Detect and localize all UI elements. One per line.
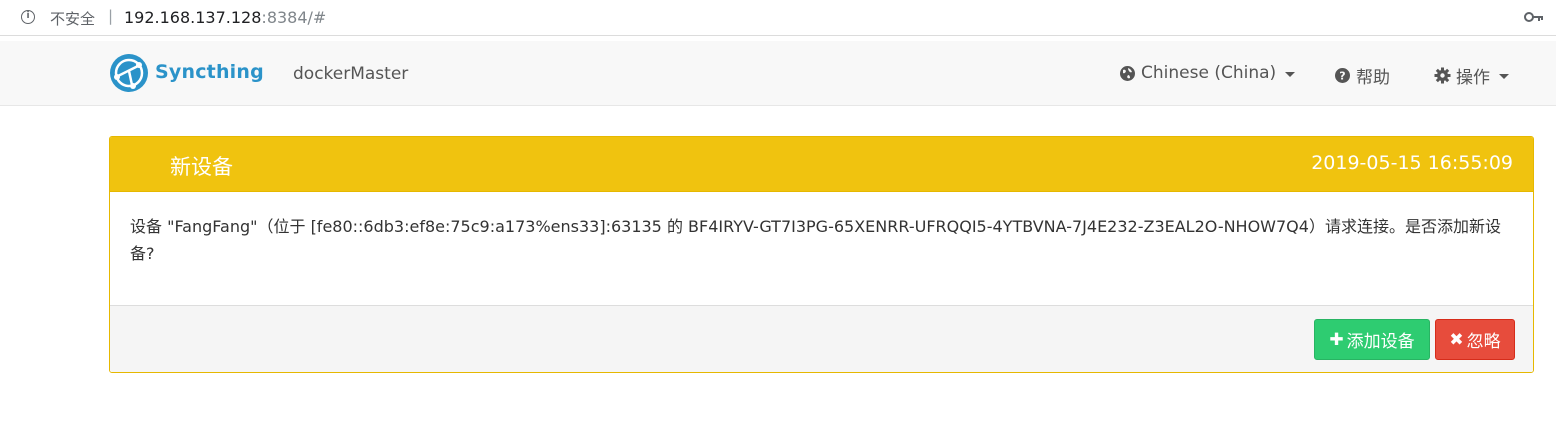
help-menu[interactable]: ? 帮助 xyxy=(1334,63,1390,88)
panel-footer: ✚ 添加设备 ✖ 忽略 xyxy=(110,305,1533,372)
address-separator: | xyxy=(108,7,114,25)
gear-icon xyxy=(1434,67,1451,84)
url-port: :8384/# xyxy=(261,8,327,27)
panel-timestamp: 2019-05-15 16:55:09 xyxy=(1311,152,1513,174)
panel-message: 设备 "FangFang"（位于 [fe80::6db3:ef8e:75c9:a… xyxy=(130,217,1501,263)
ignore-label: 忽略 xyxy=(1466,332,1501,352)
url-host: 192.168.137.128 xyxy=(124,8,262,27)
chevron-down-icon xyxy=(1499,74,1509,79)
new-device-panel: 新设备 2019-05-15 16:55:09 设备 "FangFang"（位于… xyxy=(109,136,1534,373)
device-name: dockerMaster xyxy=(293,64,409,84)
svg-text:?: ? xyxy=(1339,70,1345,83)
globe-icon xyxy=(1120,65,1135,81)
key-icon[interactable] xyxy=(1524,9,1544,25)
info-icon[interactable]: i xyxy=(21,10,35,24)
app-navbar: Syncthing dockerMaster Chinese (China) ?… xyxy=(0,41,1556,106)
url-field[interactable]: 192.168.137.128:8384/# xyxy=(124,8,326,27)
panel-title: 新设备 xyxy=(170,155,233,179)
question-circle-icon: ? xyxy=(1335,68,1350,83)
language-label: Chinese (China) xyxy=(1141,63,1277,83)
security-label[interactable]: 不安全 xyxy=(50,8,95,29)
language-dropdown[interactable]: Chinese (China) xyxy=(1119,63,1296,83)
brand-name[interactable]: Syncthing xyxy=(155,61,264,83)
chevron-down-icon xyxy=(1285,71,1296,77)
ignore-button[interactable]: ✖ 忽略 xyxy=(1435,319,1515,360)
add-device-label: 添加设备 xyxy=(1346,332,1415,352)
add-device-button[interactable]: ✚ 添加设备 xyxy=(1314,319,1430,360)
actions-dropdown[interactable]: 操作 xyxy=(1434,63,1509,88)
browser-address-bar: i 不安全 | 192.168.137.128:8384/# xyxy=(0,0,1556,36)
close-icon: ✖ xyxy=(1449,329,1464,350)
help-label: 帮助 xyxy=(1356,68,1390,88)
actions-label: 操作 xyxy=(1456,68,1490,88)
plus-icon: ✚ xyxy=(1329,329,1344,350)
syncthing-logo-icon[interactable] xyxy=(108,52,150,94)
panel-heading: 新设备 2019-05-15 16:55:09 xyxy=(110,137,1533,192)
